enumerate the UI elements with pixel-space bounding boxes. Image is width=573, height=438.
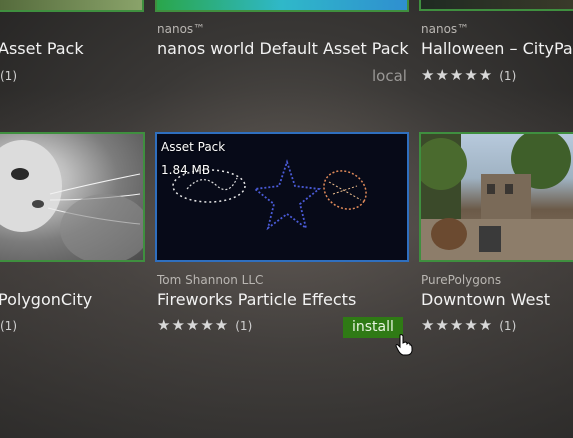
star-icon: ★★★★★ [421,66,494,84]
asset-type-badge: Asset Pack [161,140,226,154]
card-thumbnail-mid-left[interactable] [0,132,145,262]
street-image [421,134,573,260]
star-icon: ★★★★★ [421,316,494,334]
card-rating-mid-left: (1) [0,316,17,334]
file-size-label: 1.84 MB [161,163,211,177]
install-button[interactable]: install [343,317,403,338]
card-rating-top-right: ★★★★★ (1) [421,66,516,84]
rating-count: (1) [0,69,17,83]
card-title-top-mid[interactable]: nanos world Default Asset Pack [157,39,409,58]
card-title-top-left[interactable]: Asset Pack [0,39,84,58]
card-thumbnail-mid-right[interactable] [419,132,573,262]
rating-count: (1) [235,319,253,333]
card-thumbnail-top-left[interactable] [0,0,144,12]
card-rating-top-left: (1) [0,66,17,84]
card-title-mid-right[interactable]: Downtown West [421,290,550,309]
card-title-mid-mid[interactable]: Fireworks Particle Effects [157,290,356,309]
card-thumbnail-mid-mid[interactable]: Asset Pack 1.84 MB [155,132,409,262]
card-title-top-right[interactable]: Halloween – CityPar [421,39,573,58]
card-rating-mid-mid: ★★★★★ (1) [157,316,252,334]
hand-pointer-icon [395,334,413,356]
card-title-mid-left[interactable]: PolygonCity [0,290,92,309]
card-author-top-right: nanos™ [421,22,470,36]
card-author-mid-right: PurePolygons [421,273,502,287]
rating-count: (1) [499,69,517,83]
card-author-top-mid: nanos™ [157,22,206,36]
rating-count: (1) [499,319,517,333]
local-status-label: local [372,67,407,85]
card-thumbnail-top-right[interactable] [419,0,573,11]
card-author-mid-mid: Tom Shannon LLC [157,273,264,287]
card-thumbnail-top-mid[interactable] [155,0,409,12]
kitten-image [0,140,143,260]
card-rating-mid-right: ★★★★★ (1) [421,316,516,334]
star-icon: ★★★★★ [157,316,230,334]
rating-count: (1) [0,319,17,333]
